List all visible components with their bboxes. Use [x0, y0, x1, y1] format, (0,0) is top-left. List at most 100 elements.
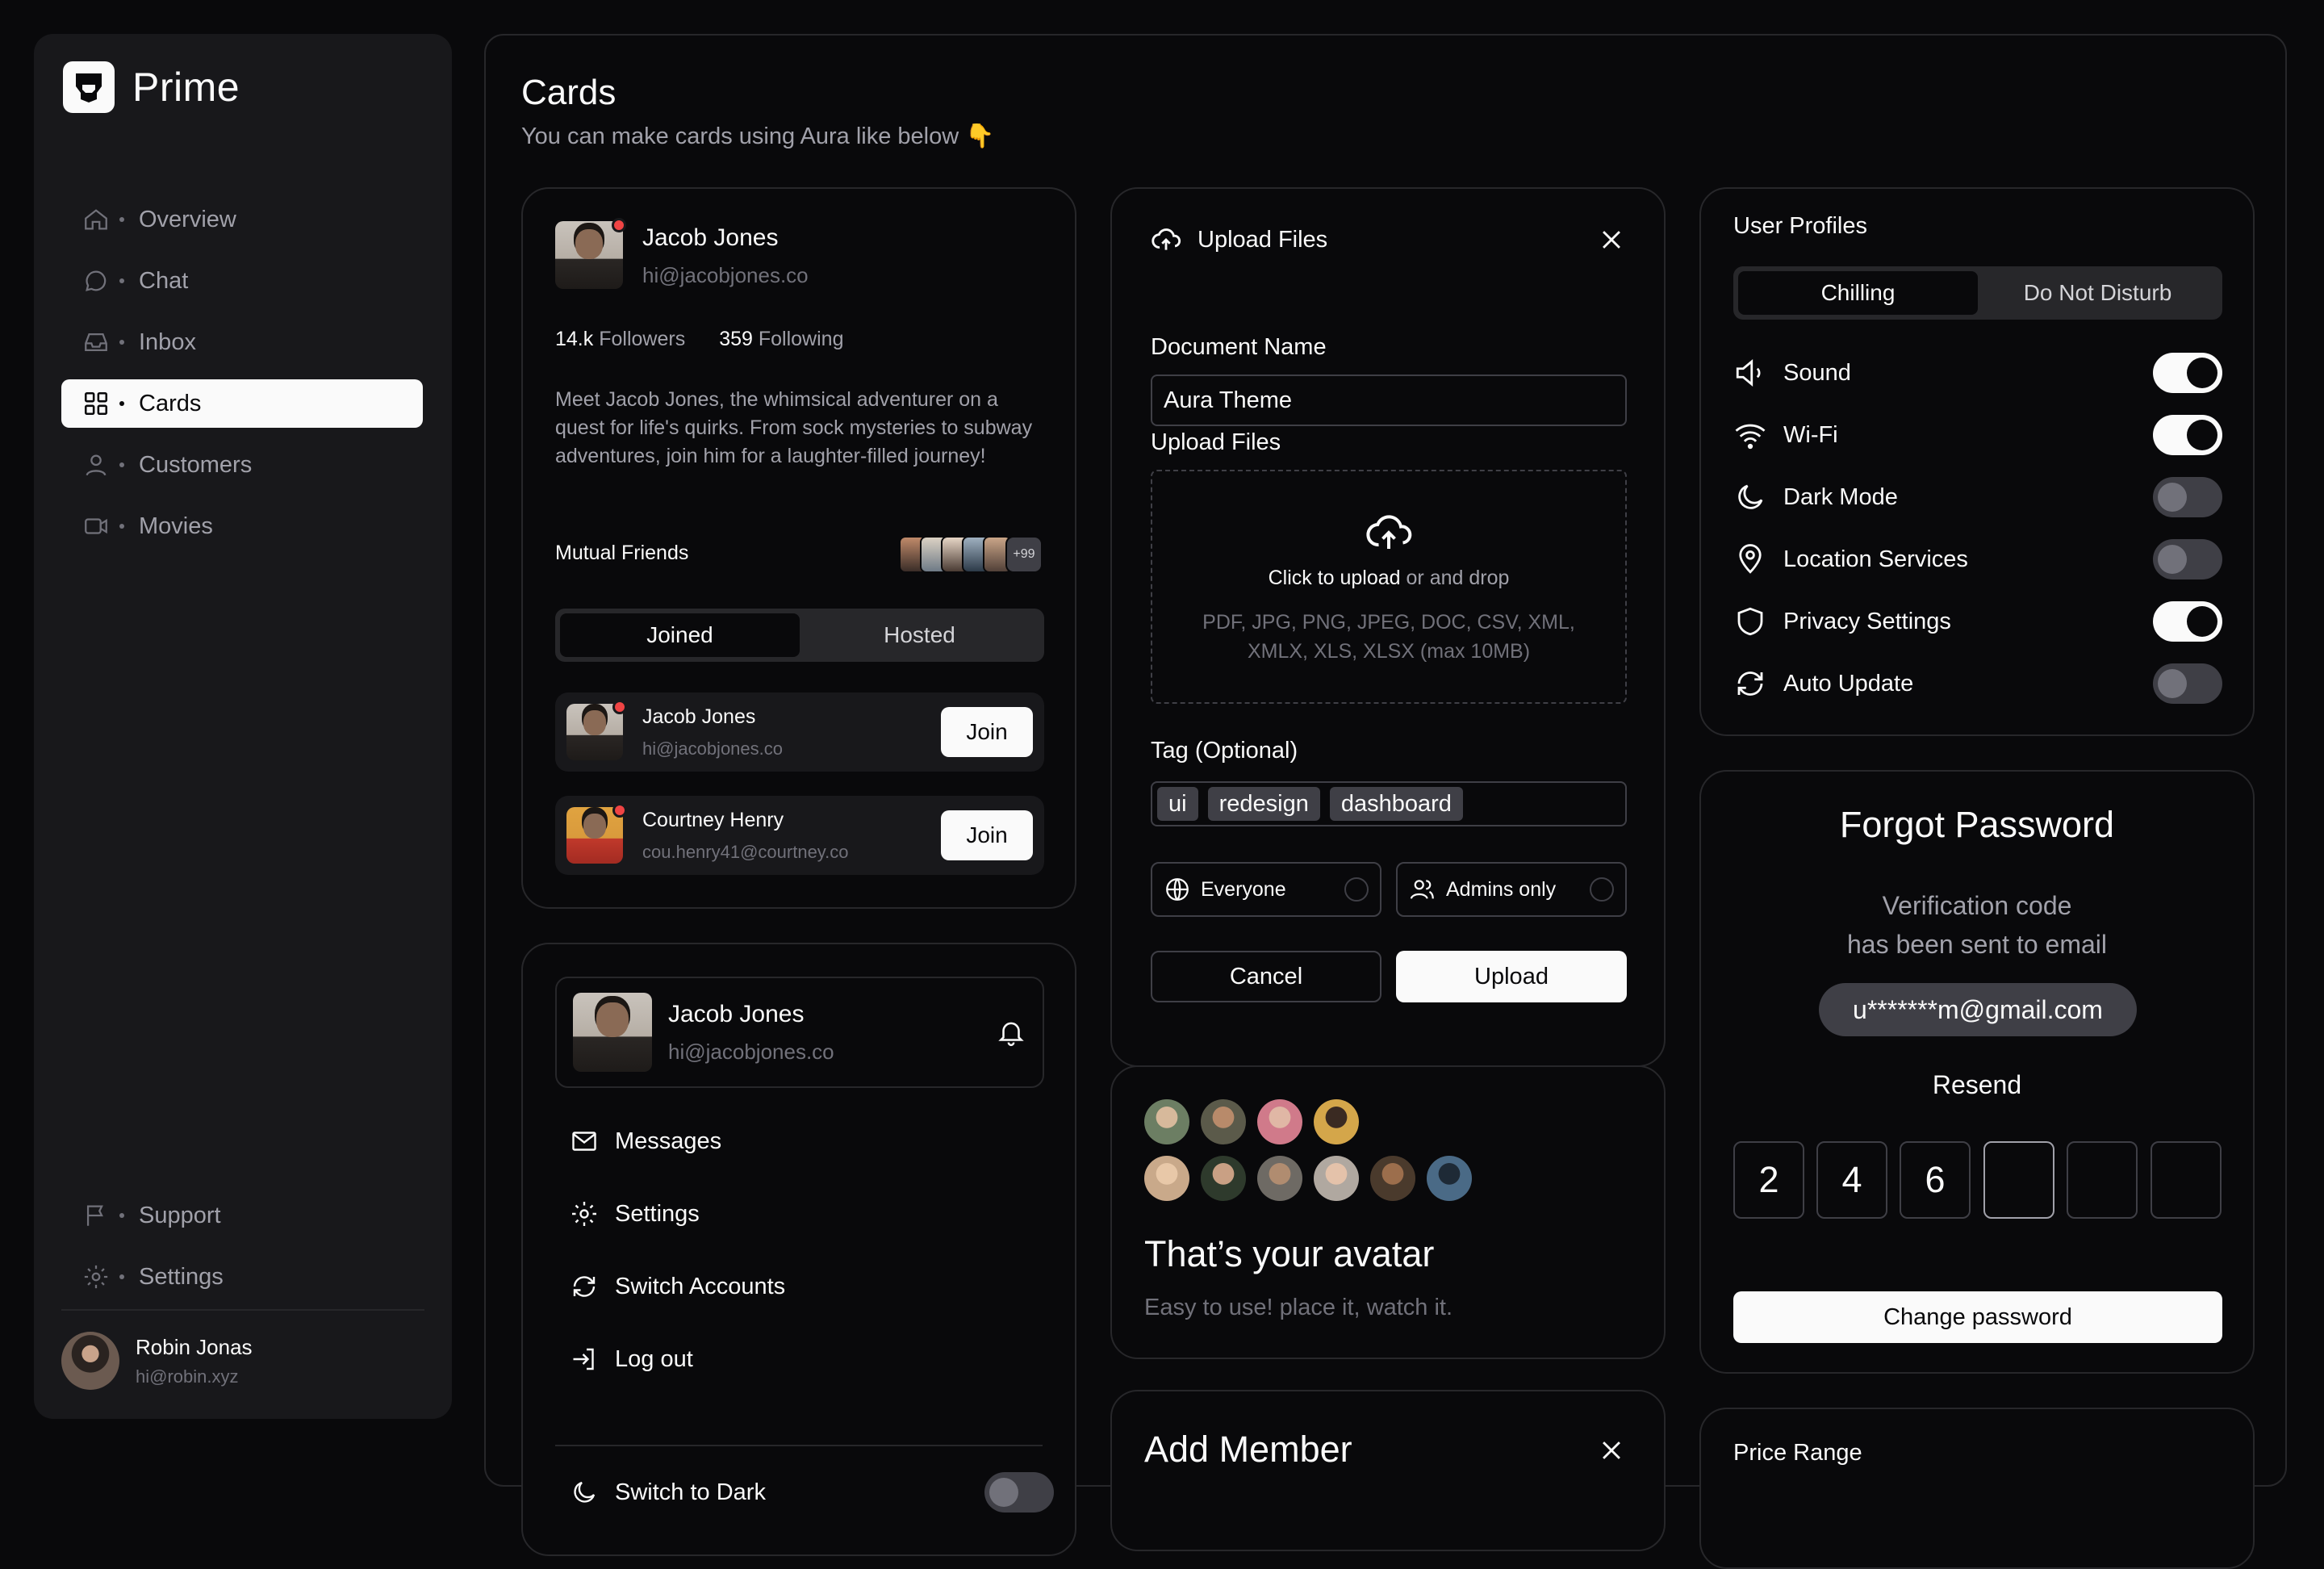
tag-input[interactable]: ui redesign dashboard — [1151, 781, 1627, 826]
setting-auto-update: Auto Update — [1733, 663, 2222, 705]
user-profiles-card: User Profiles Chilling Do Not Disturb So… — [1699, 187, 2255, 736]
gear-icon — [572, 1202, 596, 1226]
followers-stat[interactable]: 14.k Followers — [555, 328, 685, 351]
sound-toggle[interactable] — [2153, 353, 2222, 393]
tab-do-not-disturb[interactable]: Do Not Disturb — [1978, 271, 2217, 315]
user-email: hi@robin.xyz — [136, 1366, 239, 1387]
sidebar-user[interactable]: Robin Jonas hi@robin.xyz — [61, 1332, 253, 1390]
mutual-friends-avatars[interactable]: +99 — [899, 536, 1043, 573]
close-icon[interactable] — [1598, 226, 1625, 253]
join-button[interactable]: Join — [941, 810, 1033, 860]
otp-digit-field[interactable] — [2067, 1141, 2138, 1219]
otp-digit-field[interactable]: 2 — [1733, 1141, 1804, 1219]
menu-item-switch-accounts[interactable]: Switch Accounts — [570, 1272, 785, 1301]
masked-email: u*******m@gmail.com — [1819, 983, 2137, 1036]
setting-label: Dark Mode — [1783, 483, 1898, 510]
dark-mode-row[interactable]: Switch to Dark — [570, 1472, 1054, 1513]
avatar[interactable] — [1427, 1156, 1472, 1201]
visibility-admins-option[interactable]: Admins only — [1396, 862, 1627, 917]
wifi-toggle[interactable] — [2153, 415, 2222, 455]
video-camera-icon — [85, 518, 107, 534]
otp-digit-field[interactable]: 4 — [1816, 1141, 1887, 1219]
add-member-title: Add Member — [1144, 1429, 1352, 1470]
sidebar-item-support[interactable]: Support — [61, 1191, 423, 1240]
sidebar-item-label: Customers — [139, 451, 253, 478]
sidebar-item-customers[interactable]: Customers — [61, 441, 423, 489]
otp-digit-field[interactable]: 6 — [1900, 1141, 1971, 1219]
account-header: Jacob Jones hi@jacobjones.co — [555, 977, 1044, 1088]
price-range-card: Price Range — [1699, 1408, 2255, 1569]
dark-mode-toggle[interactable] — [984, 1472, 1054, 1513]
menu-item-log-out[interactable]: Log out — [570, 1345, 693, 1374]
avatar[interactable] — [1314, 1156, 1359, 1201]
sidebar-item-chat[interactable]: Chat — [61, 257, 423, 305]
brand[interactable]: Prime — [63, 61, 240, 113]
resend-link[interactable]: Resend — [1701, 1070, 2253, 1100]
sidebar-item-inbox[interactable]: Inbox — [61, 318, 423, 366]
setting-dark-mode: Dark Mode — [1733, 476, 2222, 518]
avatar[interactable] — [1144, 1099, 1189, 1144]
followers-label: Followers — [599, 328, 686, 350]
avatar[interactable] — [1201, 1099, 1246, 1144]
click-to-upload-link[interactable]: Click to upload — [1269, 567, 1401, 589]
sidebar-item-cards[interactable]: Cards — [61, 379, 423, 428]
tab-joined[interactable]: Joined — [560, 613, 800, 657]
avatar[interactable] — [1257, 1099, 1302, 1144]
join-button[interactable]: Join — [941, 707, 1033, 757]
avatar[interactable] — [1144, 1156, 1189, 1201]
nav-dot — [119, 524, 124, 529]
menu-item-messages[interactable]: Messages — [570, 1127, 721, 1156]
tab-hosted[interactable]: Hosted — [800, 613, 1039, 657]
avatar[interactable] — [1201, 1156, 1246, 1201]
friend-email: cou.henry41@courtney.co — [642, 841, 849, 862]
otp-digit-field[interactable] — [2151, 1141, 2222, 1219]
menu-item-settings[interactable]: Settings — [570, 1199, 700, 1228]
main-content: Cards You can make cards using Aura like… — [484, 34, 2287, 1569]
mail-icon — [572, 1132, 596, 1151]
close-icon[interactable] — [1598, 1437, 1625, 1464]
auto-update-toggle[interactable] — [2153, 663, 2222, 704]
cancel-button[interactable]: Cancel — [1151, 951, 1381, 1002]
forgot-password-subtitle: Verification code has been sent to email — [1701, 886, 2253, 964]
bell-icon[interactable] — [996, 1017, 1026, 1048]
radio-button[interactable] — [1344, 877, 1369, 902]
otp-digit-field[interactable] — [1983, 1141, 2054, 1219]
avatar — [566, 700, 627, 760]
upload-card-header: Upload Files — [1151, 224, 1327, 255]
change-password-button[interactable]: Change password — [1733, 1291, 2222, 1343]
sidebar-divider — [61, 1309, 424, 1311]
tag-chip[interactable]: ui — [1157, 787, 1198, 821]
avatar[interactable] — [1314, 1099, 1359, 1144]
sidebar-item-overview[interactable]: Overview — [61, 195, 423, 244]
setting-label: Auto Update — [1783, 670, 1914, 697]
brand-name: Prime — [132, 65, 240, 110]
map-pin-icon — [1739, 544, 1762, 574]
dropzone-formats: PDF, JPG, PNG, JPEG, DOC, CSV, XML, XMLX… — [1202, 611, 1575, 663]
inbox-icon — [85, 333, 107, 352]
radio-button[interactable] — [1590, 877, 1614, 902]
dark-mode-toggle[interactable] — [2153, 477, 2222, 517]
tag-chip[interactable]: dashboard — [1329, 787, 1463, 821]
visibility-everyone-option[interactable]: Everyone — [1151, 862, 1381, 917]
profile-stats: 14.k Followers 359 Following — [555, 328, 843, 351]
location-toggle[interactable] — [2153, 539, 2222, 579]
setting-label: Privacy Settings — [1783, 608, 1951, 634]
avatar[interactable] — [1257, 1156, 1302, 1201]
document-name-field[interactable]: Aura Theme — [1151, 374, 1627, 426]
avatar[interactable] — [1370, 1156, 1415, 1201]
flag-icon — [86, 1205, 103, 1226]
forgot-password-card: Forgot Password Verification code has be… — [1699, 770, 2255, 1374]
status-tabs: Chilling Do Not Disturb — [1733, 266, 2222, 320]
file-dropzone[interactable]: Click to upload or and drop PDF, JPG, PN… — [1151, 470, 1627, 704]
privacy-toggle[interactable] — [2153, 601, 2222, 642]
upload-button[interactable]: Upload — [1396, 951, 1627, 1002]
following-stat[interactable]: 359 Following — [719, 328, 843, 351]
tab-chilling[interactable]: Chilling — [1738, 271, 1978, 315]
sidebar-item-settings[interactable]: Settings — [61, 1253, 423, 1301]
account-name: Jacob Jones — [668, 1000, 805, 1027]
tag-chip[interactable]: redesign — [1207, 787, 1320, 821]
speaker-icon — [1736, 359, 1761, 387]
nav-dot — [119, 340, 124, 345]
chat-bubble-icon — [86, 270, 107, 291]
sidebar-item-movies[interactable]: Movies — [61, 502, 423, 550]
